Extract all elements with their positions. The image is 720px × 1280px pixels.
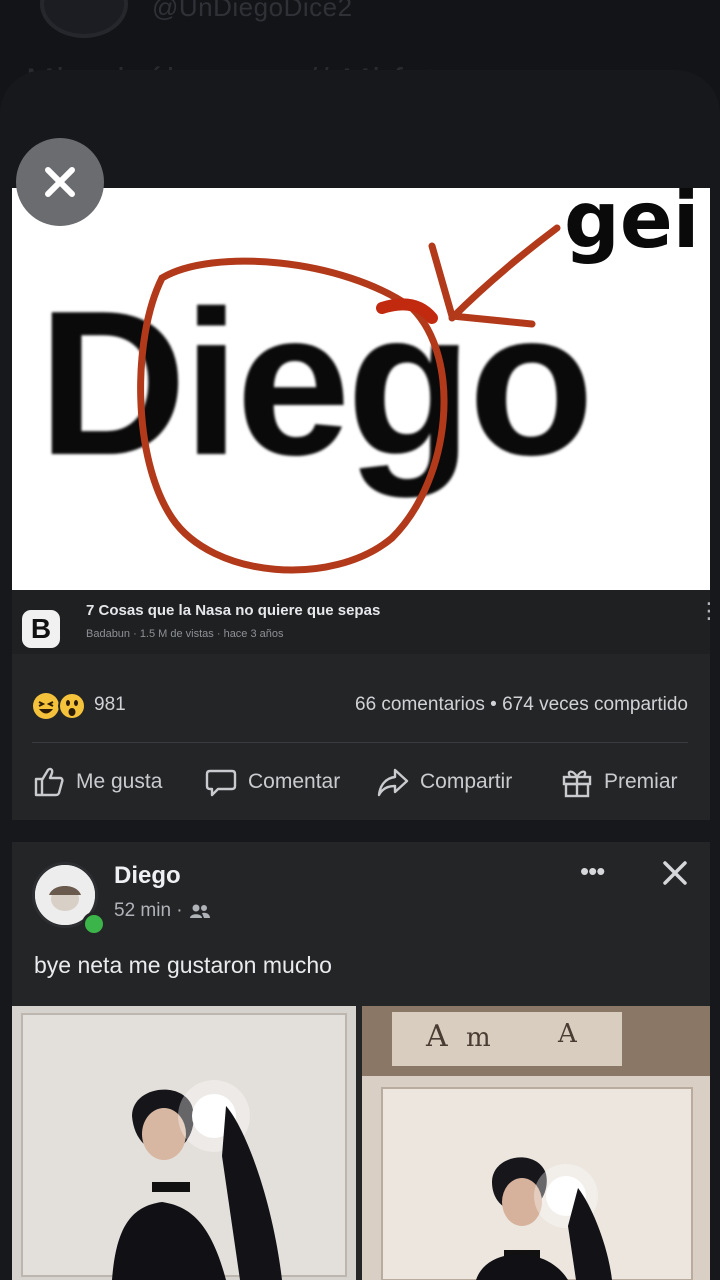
background-handle: @UnDiegoDice2 bbox=[152, 0, 353, 22]
friends-icon bbox=[189, 904, 210, 918]
online-indicator bbox=[82, 912, 106, 936]
meme-image[interactable]: Diego gei bbox=[12, 188, 710, 590]
post-photos: A m A bbox=[12, 1006, 710, 1280]
post-meta: 52 min · bbox=[114, 900, 211, 922]
more-options-icon[interactable]: ••• bbox=[580, 856, 605, 887]
post-separator bbox=[12, 820, 710, 842]
reward-label: Premiar bbox=[604, 770, 678, 793]
reward-button[interactable]: Premiar bbox=[560, 758, 678, 806]
share-icon bbox=[377, 768, 409, 797]
comment-button[interactable]: Comentar bbox=[204, 758, 340, 806]
link-preview[interactable]: B 7 Cosas que la Nasa no quiere que sepa… bbox=[12, 590, 710, 654]
photo-right[interactable]: A m A bbox=[362, 1006, 710, 1280]
svg-text:A: A bbox=[557, 1019, 578, 1049]
link-more-icon[interactable]: ⋮ bbox=[698, 600, 710, 622]
like-label: Me gusta bbox=[76, 770, 163, 793]
post-author[interactable]: Diego bbox=[114, 862, 181, 890]
post-time: 52 min · bbox=[114, 900, 183, 921]
svg-text:A: A bbox=[425, 1019, 448, 1054]
share-label: Compartir bbox=[420, 770, 513, 793]
haha-icon bbox=[33, 693, 59, 719]
second-post: Diego 52 min · ••• bye neta me gustaron … bbox=[12, 842, 710, 1280]
post-stats[interactable]: 66 comentarios • 674 veces compartido bbox=[355, 694, 688, 716]
action-bar: Me gusta Comentar Compartir Premiar bbox=[12, 758, 710, 806]
reaction-count: 981 bbox=[94, 694, 126, 715]
post-text: bye neta me gustaron mucho bbox=[34, 952, 332, 978]
source-logo: B bbox=[22, 610, 60, 648]
divider bbox=[32, 742, 688, 743]
post-card: Diego gei B 7 Cosas que la Nasa no quier… bbox=[12, 188, 710, 1280]
svg-text:m: m bbox=[466, 1023, 491, 1053]
share-button[interactable]: Compartir bbox=[376, 758, 512, 806]
background-avatar bbox=[40, 0, 128, 38]
comment-label: Comentar bbox=[248, 770, 341, 793]
link-meta: Badabun · 1.5 M de vistas · hace 3 años bbox=[86, 628, 284, 640]
close-viewer-button[interactable] bbox=[16, 138, 104, 226]
reactions-row[interactable]: 981 66 comentarios • 674 veces compartid… bbox=[12, 686, 710, 726]
circle-annotation bbox=[137, 224, 561, 574]
photo-left[interactable] bbox=[12, 1006, 356, 1280]
gift-icon bbox=[562, 770, 592, 798]
hide-post-icon[interactable] bbox=[660, 858, 690, 888]
close-icon bbox=[45, 167, 75, 197]
photo-right-image: A m A bbox=[362, 1006, 710, 1280]
photo-left-image bbox=[12, 1006, 356, 1280]
comment-icon bbox=[205, 769, 237, 797]
link-title: 7 Cosas que la Nasa no quiere que sepas bbox=[86, 602, 381, 619]
like-button[interactable]: Me gusta bbox=[32, 758, 162, 806]
wow-icon bbox=[58, 692, 86, 720]
thumbs-up-icon bbox=[34, 767, 64, 797]
